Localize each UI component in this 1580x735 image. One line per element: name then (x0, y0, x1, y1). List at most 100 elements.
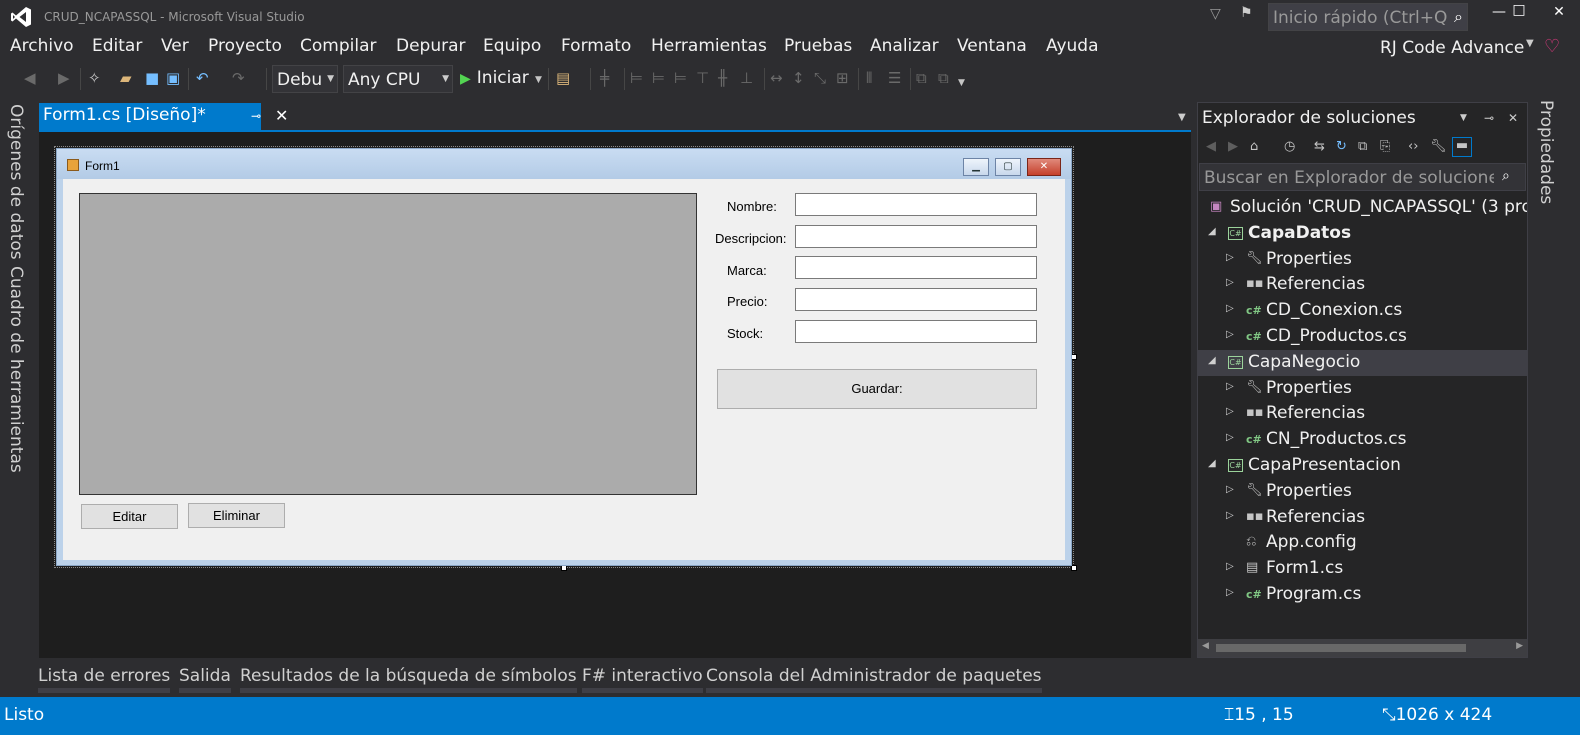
horizontal-scrollbar[interactable]: ◀ ▶ (1198, 639, 1527, 657)
menu-editar[interactable]: Editar (92, 36, 142, 56)
tab-output[interactable]: Salida (179, 666, 231, 693)
save-all-icon[interactable]: ▣ (166, 69, 180, 87)
make-same-width-icon[interactable]: ↔ (770, 69, 783, 87)
properties-tab[interactable]: Propiedades (1536, 100, 1556, 204)
solution-platform-select[interactable]: Any CPU ▼ (343, 65, 453, 93)
collapse-arrow-icon[interactable]: ◢ (1208, 458, 1216, 469)
expand-arrow-icon[interactable]: ▷ (1226, 277, 1234, 288)
tree-item[interactable]: ▷ c# Program.cs (1198, 582, 1527, 608)
descripcion-input[interactable] (795, 225, 1037, 248)
maximize-button[interactable]: □ (1504, 2, 1534, 18)
tab-symbol-results[interactable]: Resultados de la búsqueda de símbolos (240, 666, 577, 693)
toolbar-overflow-icon[interactable]: ▼ (958, 78, 965, 88)
expand-arrow-icon[interactable]: ▷ (1226, 587, 1234, 598)
tree-item[interactable]: ▷ ▪▪ Referencias (1198, 272, 1527, 298)
solution-search-input[interactable]: Buscar en Explorador de soluciones ⌕ (1199, 163, 1526, 191)
guardar-button[interactable]: Guardar: (717, 369, 1037, 409)
home-icon[interactable]: ⌂ (1250, 139, 1258, 154)
tree-item[interactable]: ▷ ▪▪ Referencias (1198, 401, 1527, 427)
close-icon[interactable]: ✕ (275, 106, 288, 125)
pin-icon[interactable]: ⊸ (251, 109, 261, 123)
menu-analizar[interactable]: Analizar (870, 36, 939, 56)
menu-ventana[interactable]: Ventana (957, 36, 1027, 56)
expand-arrow-icon[interactable]: ▷ (1226, 303, 1234, 314)
forward-icon[interactable]: ▶ (1228, 139, 1238, 154)
notifications-icon[interactable]: ⚑ (1240, 5, 1253, 21)
preview-selected-icon[interactable]: ▬ (1452, 137, 1472, 157)
filter-icon[interactable]: ▽ (1210, 6, 1221, 22)
chevron-down-icon[interactable]: ▼ (1178, 112, 1186, 123)
close-button[interactable]: ✕ (1544, 4, 1574, 20)
scrollbar-thumb[interactable] (1216, 644, 1466, 652)
scroll-left-icon[interactable]: ◀ (1202, 641, 1209, 651)
tab-fsharp-interactive[interactable]: F# interactivo (582, 666, 703, 693)
pending-changes-icon[interactable]: ◷ (1284, 139, 1295, 154)
nombre-input[interactable] (795, 193, 1037, 216)
account-name[interactable]: RJ Code Advance (1380, 38, 1524, 58)
align-rights-icon[interactable]: ⊨ (674, 69, 687, 87)
tree-item[interactable]: ▷ c# CN_Productos.cs (1198, 427, 1527, 453)
align-tops-icon[interactable]: ⊤ (696, 69, 709, 87)
expand-arrow-icon[interactable]: ▷ (1226, 406, 1234, 417)
menu-herramientas[interactable]: Herramientas (651, 36, 767, 56)
eliminar-button[interactable]: Eliminar (188, 503, 285, 528)
menu-ver[interactable]: Ver (161, 36, 189, 56)
collapse-arrow-icon[interactable]: ◢ (1208, 355, 1216, 366)
browser-link-icon[interactable]: ▤ (556, 69, 570, 87)
expand-arrow-icon[interactable]: ▷ (1226, 484, 1234, 495)
start-button[interactable]: ▶ Iniciar (460, 68, 529, 88)
chevron-down-icon[interactable]: ▼ (1460, 113, 1467, 123)
tab-form1-design[interactable]: Form1.cs [Diseño]* ⊸ ✕ (39, 103, 288, 130)
make-same-size-icon[interactable]: ⤡ (814, 69, 826, 87)
tab-package-manager-console[interactable]: Consola del Administrador de paquetes (706, 666, 1042, 693)
close-icon[interactable]: ✕ (1508, 111, 1518, 125)
refresh-icon[interactable]: ↻ (1336, 139, 1347, 154)
view-code-icon[interactable]: ‹› (1408, 139, 1418, 154)
expand-arrow-icon[interactable]: ▷ (1226, 510, 1234, 521)
marca-input[interactable] (795, 256, 1037, 279)
quick-launch-input[interactable]: Inicio rápido (Ctrl+Q ⌕ (1268, 3, 1468, 31)
tree-item[interactable]: ◢ C# CapaPresentacion (1198, 453, 1527, 479)
pin-icon[interactable]: ⊸ (1484, 111, 1494, 125)
save-icon[interactable]: ■ (145, 69, 159, 87)
tree-item[interactable]: ◢ C# CapaDatos (1198, 221, 1527, 247)
data-sources-tab[interactable]: Orígenes de datos (6, 104, 26, 260)
horizontal-spacing-icon[interactable]: ⫴ (866, 69, 872, 87)
tree-item[interactable]: ▷ 🔧︎ Properties (1198, 376, 1527, 402)
tab-error-list[interactable]: Lista de errores (38, 666, 171, 693)
collapse-arrow-icon[interactable]: ◢ (1208, 226, 1216, 237)
properties-wrench-icon[interactable]: 🔧︎ (1430, 139, 1447, 154)
redo-icon[interactable]: ↷ (232, 69, 245, 87)
expand-arrow-icon[interactable]: ▷ (1226, 252, 1234, 263)
menu-depurar[interactable]: Depurar (396, 36, 466, 56)
expand-arrow-icon[interactable]: ▷ (1226, 432, 1234, 443)
align-grid-icon[interactable]: ╪ (600, 69, 609, 87)
menu-ayuda[interactable]: Ayuda (1046, 36, 1099, 56)
vertical-spacing-icon[interactable]: ☰ (888, 69, 901, 87)
toolbox-tab[interactable]: Cuadro de herramientas (6, 266, 26, 473)
expand-arrow-icon[interactable]: ▷ (1226, 381, 1234, 392)
chevron-down-icon[interactable]: ▼ (535, 75, 542, 85)
editar-button[interactable]: Editar (81, 504, 178, 529)
align-middles-icon[interactable]: ╫ (718, 69, 727, 87)
navigate-back-icon[interactable]: ◀ (24, 69, 36, 87)
menu-compilar[interactable]: Compilar (300, 36, 376, 56)
expand-arrow-icon[interactable]: ▷ (1226, 329, 1234, 340)
precio-input[interactable] (795, 288, 1037, 311)
collapse-all-icon[interactable]: ⧉ (1358, 139, 1367, 154)
align-centers-icon[interactable]: ⊨ (652, 69, 665, 87)
menu-archivo[interactable]: Archivo (10, 36, 74, 56)
expand-arrow-icon[interactable]: ▷ (1226, 561, 1234, 572)
sync-icon[interactable]: ⇆ (1314, 139, 1325, 154)
tree-item[interactable]: ◢ C# CapaNegocio (1198, 349, 1527, 376)
menu-pruebas[interactable]: Pruebas (784, 36, 852, 56)
make-same-height-icon[interactable]: ↕ (792, 69, 805, 87)
menu-formato[interactable]: Formato (561, 36, 631, 56)
open-file-icon[interactable]: ▰ (120, 69, 132, 87)
tree-item[interactable]: ▣ Solución 'CRUD_NCAPASSQL' (3 proy (1198, 195, 1527, 221)
stock-input[interactable] (795, 320, 1037, 343)
form1-window[interactable]: Form1 ▁ ▢ ✕ Nombre: Descripcion: Marca: … (56, 148, 1072, 566)
tree-item[interactable]: ▷ ▪▪ Referencias (1198, 505, 1527, 531)
show-all-files-icon[interactable]: ⎘ (1380, 139, 1390, 154)
tree-item[interactable]: ▷ c# CD_Productos.cs (1198, 324, 1527, 350)
